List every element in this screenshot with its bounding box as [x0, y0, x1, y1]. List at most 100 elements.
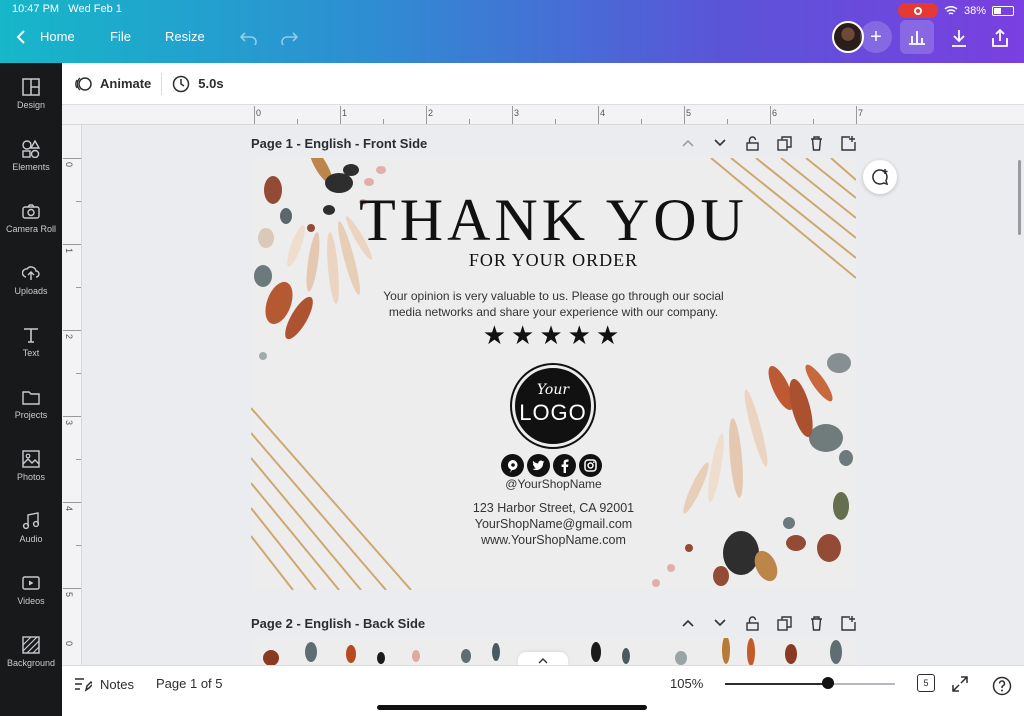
photo-icon: [22, 450, 40, 468]
clock-icon: [173, 75, 190, 92]
chevron-down-icon[interactable]: [712, 135, 728, 151]
page-grid-button[interactable]: 5: [917, 674, 935, 692]
chevron-up-icon[interactable]: [680, 615, 696, 631]
trash-icon[interactable]: [808, 135, 824, 151]
sidebar-item-text[interactable]: Text: [0, 326, 62, 376]
ruler-label: 3: [514, 108, 520, 118]
page-actions: [680, 615, 856, 631]
page-title[interactable]: Page 2 - English - Back Side: [251, 616, 425, 631]
toolbar-divider: [161, 72, 163, 95]
chevron-down-icon[interactable]: [712, 615, 728, 631]
design-page-1[interactable]: THANK YOU FOR YOUR ORDER Your opinion is…: [251, 158, 856, 590]
home-indicator[interactable]: [377, 705, 647, 710]
ruler-vertical: 0 1 2 3 4 5 0: [62, 125, 82, 665]
sidebar-item-audio[interactable]: Audio: [0, 512, 62, 562]
background-icon: [22, 636, 40, 654]
add-collaborator-button[interactable]: +: [860, 21, 892, 53]
ruler-label: 6: [772, 108, 778, 118]
duration-label: 5.0s: [198, 76, 224, 91]
design-icon: [22, 78, 40, 96]
logo-text-your: Your: [536, 382, 570, 398]
shop-address[interactable]: 123 Harbor Street, CA 92001: [251, 501, 856, 515]
help-button[interactable]: [992, 676, 1012, 696]
sidebar-item-label: Photos: [16, 472, 46, 482]
duplicate-icon[interactable]: [776, 615, 792, 631]
rating-stars[interactable]: ★★★★★: [251, 320, 856, 351]
ruler-label: 4: [64, 506, 74, 512]
page-title[interactable]: Page 1 - English - Front Side: [251, 136, 427, 151]
sidebar-item-label: Audio: [19, 534, 43, 544]
logo-placeholder[interactable]: Your LOGO: [510, 363, 596, 449]
status-time: 10:47 PM: [12, 3, 60, 15]
sidebar-item-design[interactable]: Design: [0, 78, 62, 128]
home-label: Home: [40, 29, 75, 44]
ruler-label: 2: [64, 334, 74, 340]
page-2-header: Page 2 - English - Back Side: [251, 611, 856, 635]
home-button[interactable]: Home: [16, 29, 75, 44]
resize-button[interactable]: Resize: [165, 29, 205, 44]
editor-toolbar: Animate 5.0s: [62, 63, 1024, 105]
animate-button[interactable]: Animate: [74, 75, 151, 93]
social-icons[interactable]: [501, 454, 602, 477]
page-indicator[interactable]: Page 1 of 5: [156, 676, 223, 691]
ruler-label: 0: [64, 641, 74, 647]
zoom-slider-track[interactable]: [725, 683, 895, 685]
ruler-label: 7: [858, 108, 864, 118]
notes-button[interactable]: Notes: [74, 676, 134, 692]
ruler-label: 4: [600, 108, 606, 118]
sidebar-item-photos[interactable]: Photos: [0, 450, 62, 500]
ruler-label: 1: [342, 108, 348, 118]
duplicate-icon[interactable]: [776, 135, 792, 151]
shop-email[interactable]: YourShopName@gmail.com: [251, 517, 856, 531]
facebook-icon: [553, 454, 576, 477]
zoom-level[interactable]: 105%: [670, 676, 703, 691]
screen-record-icon[interactable]: [897, 3, 938, 18]
sidebar-item-background[interactable]: Background: [0, 636, 62, 686]
text-icon: [24, 328, 38, 343]
wifi-icon: [944, 5, 958, 15]
left-sidebar: Design Elements Camera Roll Uploads Text…: [0, 63, 62, 716]
sidebar-item-label: Elements: [12, 162, 50, 172]
page-count: 5: [923, 678, 929, 688]
pages-icon: 5: [917, 674, 935, 692]
video-icon: [22, 576, 40, 590]
duration-button[interactable]: 5.0s: [172, 75, 224, 93]
vertical-scrollbar[interactable]: [1018, 160, 1021, 235]
sidebar-item-label: Design: [16, 100, 45, 110]
shop-website[interactable]: www.YourShopName.com: [251, 533, 856, 547]
sidebar-item-elements[interactable]: Elements: [0, 140, 62, 190]
download-button[interactable]: [948, 27, 970, 49]
fullscreen-button[interactable]: [952, 676, 968, 692]
zoom-slider-handle[interactable]: [822, 677, 834, 689]
add-comment-button[interactable]: [863, 160, 897, 194]
notes-label: Notes: [100, 676, 134, 692]
trash-icon[interactable]: [808, 615, 824, 631]
sidebar-item-uploads[interactable]: Uploads: [0, 264, 62, 314]
ruler-label: 5: [64, 592, 74, 598]
unlock-icon[interactable]: [744, 615, 760, 631]
add-page-icon[interactable]: [840, 615, 856, 631]
add-page-icon[interactable]: [840, 135, 856, 151]
zoom-label: 105%: [670, 676, 704, 691]
card-heading[interactable]: THANK YOU: [251, 186, 856, 255]
undo-icon[interactable]: [238, 27, 260, 49]
sidebar-item-videos[interactable]: Videos: [0, 574, 62, 624]
opinion-line: Your opinion is very valuable to us. Ple…: [383, 289, 724, 303]
chevron-up-icon[interactable]: [680, 135, 696, 151]
sidebar-item-camera-roll[interactable]: Camera Roll: [0, 202, 62, 252]
card-opinion-text[interactable]: Your opinion is very valuable to us. Ple…: [371, 288, 736, 320]
ruler-horizontal: 0 1 2 3 4 5 6 7: [62, 105, 1024, 125]
insights-button[interactable]: [900, 20, 934, 54]
top-bar: 10:47 PM Wed Feb 1 38% Home File Resize …: [0, 0, 1024, 63]
shop-handle[interactable]: @YourShopName: [251, 477, 856, 491]
share-button[interactable]: [989, 27, 1011, 49]
battery-icon: [992, 5, 1014, 16]
pinterest-icon: [501, 454, 524, 477]
card-subheading[interactable]: FOR YOUR ORDER: [251, 250, 856, 271]
unlock-icon[interactable]: [744, 135, 760, 151]
instagram-icon: [579, 454, 602, 477]
redo-icon[interactable]: [278, 27, 300, 49]
sidebar-item-label: Text: [22, 348, 40, 358]
file-menu-button[interactable]: File: [110, 29, 131, 44]
sidebar-item-projects[interactable]: Projects: [0, 388, 62, 438]
